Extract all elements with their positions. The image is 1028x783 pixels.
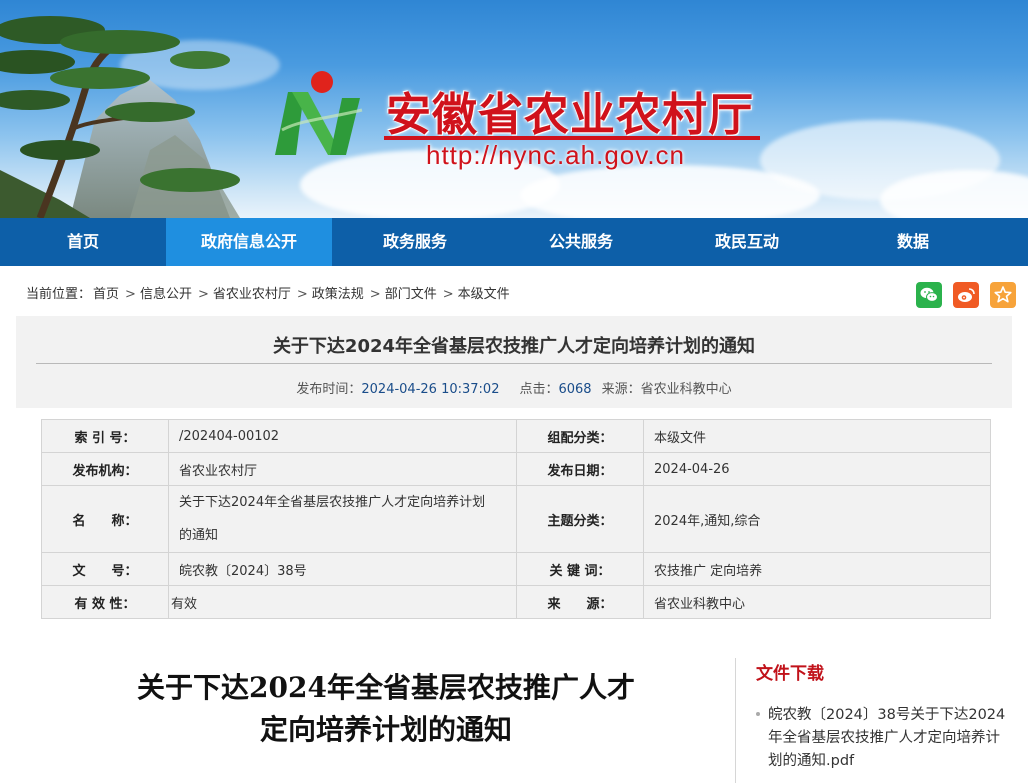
- table-row: 有 效 性： 有效 来 源： 省农业科教中心: [41, 585, 991, 619]
- issuing-org-value: 省农业农村厅: [168, 452, 517, 486]
- issue-date-value: 2024-04-26: [643, 452, 991, 486]
- topic-label: 主题分类：: [516, 485, 644, 553]
- doc-name-label: 名 称：: [41, 485, 169, 553]
- document-title: 关于下达2024年全省基层农技推广人才 定向培养计划的通知: [130, 667, 642, 751]
- nav-item-gov-info[interactable]: 政府信息公开: [166, 218, 332, 266]
- doc-name-line-1: 关于下达2024年全省基层农技推广人才定向培养计划: [179, 495, 486, 510]
- document-title-line-2: 定向培养计划的通知: [259, 713, 512, 746]
- click-count: 6068: [558, 382, 592, 397]
- weibo-icon: [958, 288, 975, 302]
- nav-item-services[interactable]: 政务服务: [332, 218, 498, 266]
- breadcrumb-link-level-docs[interactable]: 本级文件: [458, 287, 510, 302]
- breadcrumb-link-home[interactable]: 首页: [93, 287, 119, 302]
- issue-date-label: 发布日期：: [516, 452, 644, 486]
- doc-name-value: 关于下达2024年全省基层农技推广人才定向培养计划 的通知: [168, 485, 517, 553]
- doc-number-value: 皖农教〔2024〕38号: [168, 552, 517, 586]
- breadcrumb-link-policy[interactable]: 政策法规: [312, 287, 364, 302]
- site-title: 安徽省农业农村厅: [386, 88, 755, 141]
- source-field-value: 省农业科教中心: [643, 585, 991, 619]
- doc-name-line-2: 的通知: [179, 528, 219, 543]
- pine-mountain-scenery: [0, 16, 240, 218]
- ministry-logo-icon: [270, 70, 370, 165]
- breadcrumb-separator: >: [125, 287, 136, 302]
- table-row: 名 称： 关于下达2024年全省基层农技推广人才定向培养计划 的通知 主题分类：…: [41, 485, 991, 553]
- wechat-icon: [920, 287, 938, 302]
- table-row: 索 引 号： /202404-00102 组配分类： 本级文件: [41, 419, 991, 453]
- topic-value: 2024年,通知,综合: [643, 485, 991, 553]
- table-row: 文 号： 皖农教〔2024〕38号 关 键 词： 农技推广 定向培养: [41, 552, 991, 586]
- breadcrumb-prefix: 当前位置：: [26, 287, 92, 302]
- breadcrumb-link-dept-docs[interactable]: 部门文件: [385, 287, 437, 302]
- header-banner: 安徽省农业农村厅 http://nync.ah.gov.cn: [0, 0, 1028, 218]
- breadcrumb-link-info[interactable]: 信息公开: [140, 287, 192, 302]
- keywords-value: 农技推广 定向培养: [643, 552, 991, 586]
- breadcrumb-separator: >: [369, 287, 381, 302]
- source-label: 来源：: [601, 382, 641, 397]
- category-value: 本级文件: [643, 419, 991, 453]
- weibo-share-button[interactable]: [953, 282, 979, 308]
- list-bullet-icon: [756, 712, 760, 716]
- breadcrumb-separator: >: [197, 287, 209, 302]
- click-count-label: 点击：: [519, 382, 559, 397]
- article-header: 关于下达2024年全省基层农技推广人才定向培养计划的通知 发布时间：2024-0…: [16, 316, 1012, 408]
- breadcrumb-separator: >: [296, 287, 308, 302]
- site-url: http://nync.ah.gov.cn: [426, 140, 685, 170]
- issuing-org-label: 发布机构：: [41, 452, 169, 486]
- category-label: 组配分类：: [516, 419, 644, 453]
- nav-item-home[interactable]: 首页: [0, 218, 166, 266]
- validity-label: 有 效 性：: [41, 585, 169, 619]
- source-field-label: 来 源：: [516, 585, 644, 619]
- keywords-label: 关 键 词：: [516, 552, 644, 586]
- breadcrumb-separator: >: [442, 287, 454, 302]
- publish-time: 2024-04-26 10:37:02: [361, 382, 500, 397]
- nav-item-public-services[interactable]: 公共服务: [498, 218, 664, 266]
- main-nav: 首页 政府信息公开 政务服务 公共服务 政民互动 数据: [0, 218, 1028, 266]
- favorite-star-icon: [994, 286, 1012, 303]
- article-title: 关于下达2024年全省基层农技推广人才定向培养计划的通知: [272, 336, 756, 357]
- article-meta: 发布时间：2024-04-26 10:37:02 点击：6068 来源：省农业科教中…: [16, 378, 1012, 397]
- breadcrumb-link-dept[interactable]: 省农业农村厅: [213, 287, 291, 302]
- document-title-line-1: 关于下达2024年全省基层农技推广人才: [137, 671, 635, 704]
- nav-item-data[interactable]: 数据: [830, 218, 996, 266]
- divider: [36, 363, 992, 364]
- favorite-button[interactable]: [990, 282, 1016, 308]
- index-number-label: 索 引 号：: [41, 419, 169, 453]
- document-info-table: 索 引 号： /202404-00102 组配分类： 本级文件 发布机构： 省农…: [41, 419, 991, 619]
- breadcrumb: 当前位置： 首页 > 信息公开 > 省农业农村厅 > 政策法规 > 部门文件 > 本级文件: [26, 283, 512, 302]
- file-download-heading: 文件下载: [756, 664, 824, 684]
- nav-item-interaction[interactable]: 政民互动: [664, 218, 830, 266]
- wechat-share-button[interactable]: [916, 282, 942, 308]
- index-number-value: /202404-00102: [168, 419, 517, 453]
- validity-value: 有效: [168, 585, 517, 619]
- source-value: 省农业科教中心: [640, 382, 732, 397]
- table-row: 发布机构： 省农业农村厅 发布日期： 2024-04-26: [41, 452, 991, 486]
- publish-time-label: 发布时间：: [296, 382, 362, 397]
- doc-number-label: 文 号：: [41, 552, 169, 586]
- download-file-link[interactable]: 皖农教〔2024〕38号关于下达2024年全省基层农技推广人才定向培养计划的通知…: [768, 704, 1008, 773]
- sidebar-divider: [735, 658, 736, 783]
